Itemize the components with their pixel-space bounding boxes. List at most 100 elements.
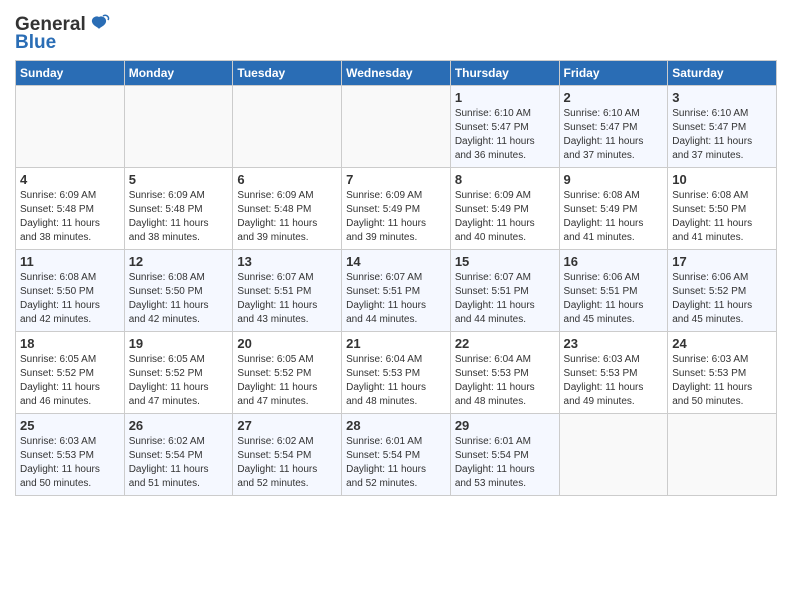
calendar-cell: 23 Sunrise: 6:03 AM Sunset: 5:53 PM Dayli… [559, 332, 668, 414]
day-info: Sunrise: 6:10 AM Sunset: 5:47 PM Dayligh… [672, 107, 772, 163]
day-info: Sunrise: 6:03 AM Sunset: 5:53 PM Dayligh… [564, 353, 664, 409]
day-info: Sunrise: 6:06 AM Sunset: 5:51 PM Dayligh… [564, 271, 664, 327]
day-info: Sunrise: 6:03 AM Sunset: 5:53 PM Dayligh… [672, 353, 772, 409]
day-number: 9 [564, 172, 664, 187]
calendar-cell: 12Sunrise: 6:08 AM Sunset: 5:50 PM Dayli… [124, 250, 233, 332]
day-info: Sunrise: 6:04 AM Sunset: 5:53 PM Dayligh… [346, 353, 446, 409]
day-info: Sunrise: 6:09 AM Sunset: 5:49 PM Dayligh… [455, 189, 555, 245]
col-header-wednesday: Wednesday [342, 61, 451, 86]
day-number: 11 [20, 254, 120, 269]
calendar-cell [16, 86, 125, 168]
day-number: 6 [237, 172, 337, 187]
col-header-thursday: Thursday [450, 61, 559, 86]
day-info: Sunrise: 6:04 AM Sunset: 5:53 PM Dayligh… [455, 353, 555, 409]
day-number: 17 [672, 254, 772, 269]
calendar-week-2: 4 Sunrise: 6:09 AM Sunset: 5:48 PM Daylig… [16, 168, 777, 250]
day-number: 15 [455, 254, 555, 269]
calendar-cell: 10 Sunrise: 6:08 AM Sunset: 5:50 PM Dayli… [668, 168, 777, 250]
day-number: 8 [455, 172, 555, 187]
day-number: 16 [564, 254, 664, 269]
calendar-week-4: 18 Sunrise: 6:05 AM Sunset: 5:52 PM Dayli… [16, 332, 777, 414]
day-number: 22 [455, 336, 555, 351]
calendar-cell: 26Sunrise: 6:02 AM Sunset: 5:54 PM Dayli… [124, 414, 233, 496]
day-number: 23 [564, 336, 664, 351]
day-info: Sunrise: 6:09 AM Sunset: 5:49 PM Dayligh… [346, 189, 446, 245]
calendar-cell: 1 Sunrise: 6:10 AM Sunset: 5:47 PM Daylig… [450, 86, 559, 168]
calendar-cell: 19Sunrise: 6:05 AM Sunset: 5:52 PM Dayli… [124, 332, 233, 414]
calendar-cell: 4 Sunrise: 6:09 AM Sunset: 5:48 PM Daylig… [16, 168, 125, 250]
calendar-cell: 15 Sunrise: 6:07 AM Sunset: 5:51 PM Dayli… [450, 250, 559, 332]
day-number: 5 [129, 172, 229, 187]
logo-blue-text: Blue [15, 32, 56, 54]
day-info: Sunrise: 6:10 AM Sunset: 5:47 PM Dayligh… [455, 107, 555, 163]
calendar-cell: 16 Sunrise: 6:06 AM Sunset: 5:51 PM Dayli… [559, 250, 668, 332]
day-number: 1 [455, 90, 555, 105]
day-info: Sunrise: 6:08 AM Sunset: 5:49 PM Dayligh… [564, 189, 664, 245]
col-header-friday: Friday [559, 61, 668, 86]
calendar-cell: 14 Sunrise: 6:07 AM Sunset: 5:51 PM Dayli… [342, 250, 451, 332]
day-info: Sunrise: 6:03 AM Sunset: 5:53 PM Dayligh… [20, 435, 120, 491]
col-header-tuesday: Tuesday [233, 61, 342, 86]
calendar-cell [233, 86, 342, 168]
calendar-cell: 5 Sunrise: 6:09 AM Sunset: 5:48 PM Daylig… [124, 168, 233, 250]
day-info: Sunrise: 6:09 AM Sunset: 5:48 PM Dayligh… [237, 189, 337, 245]
calendar-week-5: 25 Sunrise: 6:03 AM Sunset: 5:53 PM Dayli… [16, 414, 777, 496]
calendar-cell: 7 Sunrise: 6:09 AM Sunset: 5:49 PM Daylig… [342, 168, 451, 250]
calendar-table: SundayMondayTuesdayWednesdayThursdayFrid… [15, 60, 777, 496]
calendar-cell [559, 414, 668, 496]
day-info: Sunrise: 6:08 AM Sunset: 5:50 PM Dayligh… [20, 271, 120, 327]
day-info: Sunrise: 6:01 AM Sunset: 5:54 PM Dayligh… [455, 435, 555, 491]
col-header-saturday: Saturday [668, 61, 777, 86]
day-number: 14 [346, 254, 446, 269]
day-number: 4 [20, 172, 120, 187]
col-header-monday: Monday [124, 61, 233, 86]
day-number: 29 [455, 418, 555, 433]
calendar-week-1: 1 Sunrise: 6:10 AM Sunset: 5:47 PM Daylig… [16, 86, 777, 168]
calendar-cell [124, 86, 233, 168]
day-number: 18 [20, 336, 120, 351]
day-number: 2 [564, 90, 664, 105]
day-number: 10 [672, 172, 772, 187]
day-number: 19 [129, 336, 229, 351]
calendar-cell: 20Sunrise: 6:05 AM Sunset: 5:52 PM Dayli… [233, 332, 342, 414]
calendar-week-3: 11 Sunrise: 6:08 AM Sunset: 5:50 PM Dayli… [16, 250, 777, 332]
day-info: Sunrise: 6:02 AM Sunset: 5:54 PM Dayligh… [237, 435, 337, 491]
calendar-cell: 13 Sunrise: 6:07 AM Sunset: 5:51 PM Dayli… [233, 250, 342, 332]
calendar-cell [342, 86, 451, 168]
calendar-cell: 2 Sunrise: 6:10 AM Sunset: 5:47 PM Daylig… [559, 86, 668, 168]
calendar-cell: 8 Sunrise: 6:09 AM Sunset: 5:49 PM Daylig… [450, 168, 559, 250]
calendar-cell: 18 Sunrise: 6:05 AM Sunset: 5:52 PM Dayli… [16, 332, 125, 414]
day-number: 3 [672, 90, 772, 105]
day-number: 7 [346, 172, 446, 187]
calendar-cell: 21Sunrise: 6:04 AM Sunset: 5:53 PM Dayli… [342, 332, 451, 414]
day-info: Sunrise: 6:01 AM Sunset: 5:54 PM Dayligh… [346, 435, 446, 491]
day-number: 12 [129, 254, 229, 269]
day-number: 24 [672, 336, 772, 351]
day-number: 27 [237, 418, 337, 433]
day-info: Sunrise: 6:09 AM Sunset: 5:48 PM Dayligh… [129, 189, 229, 245]
day-info: Sunrise: 6:07 AM Sunset: 5:51 PM Dayligh… [237, 271, 337, 327]
day-info: Sunrise: 6:07 AM Sunset: 5:51 PM Dayligh… [455, 271, 555, 327]
calendar-cell: 27 Sunrise: 6:02 AM Sunset: 5:54 PM Dayli… [233, 414, 342, 496]
day-info: Sunrise: 6:10 AM Sunset: 5:47 PM Dayligh… [564, 107, 664, 163]
day-info: Sunrise: 6:08 AM Sunset: 5:50 PM Dayligh… [672, 189, 772, 245]
calendar-cell: 25 Sunrise: 6:03 AM Sunset: 5:53 PM Dayli… [16, 414, 125, 496]
day-number: 20 [237, 336, 337, 351]
logo: General Blue [15, 14, 110, 54]
page-header: General Blue [15, 10, 777, 54]
calendar-cell [668, 414, 777, 496]
col-header-sunday: Sunday [16, 61, 125, 86]
day-number: 26 [129, 418, 229, 433]
day-info: Sunrise: 6:07 AM Sunset: 5:51 PM Dayligh… [346, 271, 446, 327]
day-info: Sunrise: 6:05 AM Sunset: 5:52 PM Dayligh… [20, 353, 120, 409]
day-info: Sunrise: 6:09 AM Sunset: 5:48 PM Dayligh… [20, 189, 120, 245]
day-number: 13 [237, 254, 337, 269]
calendar-cell: 29 Sunrise: 6:01 AM Sunset: 5:54 PM Dayli… [450, 414, 559, 496]
calendar-cell: 11 Sunrise: 6:08 AM Sunset: 5:50 PM Dayli… [16, 250, 125, 332]
day-number: 25 [20, 418, 120, 433]
calendar-cell: 22 Sunrise: 6:04 AM Sunset: 5:53 PM Dayli… [450, 332, 559, 414]
calendar-cell: 28 Sunrise: 6:01 AM Sunset: 5:54 PM Dayli… [342, 414, 451, 496]
calendar-cell: 3 Sunrise: 6:10 AM Sunset: 5:47 PM Daylig… [668, 86, 777, 168]
day-number: 28 [346, 418, 446, 433]
day-info: Sunrise: 6:06 AM Sunset: 5:52 PM Dayligh… [672, 271, 772, 327]
